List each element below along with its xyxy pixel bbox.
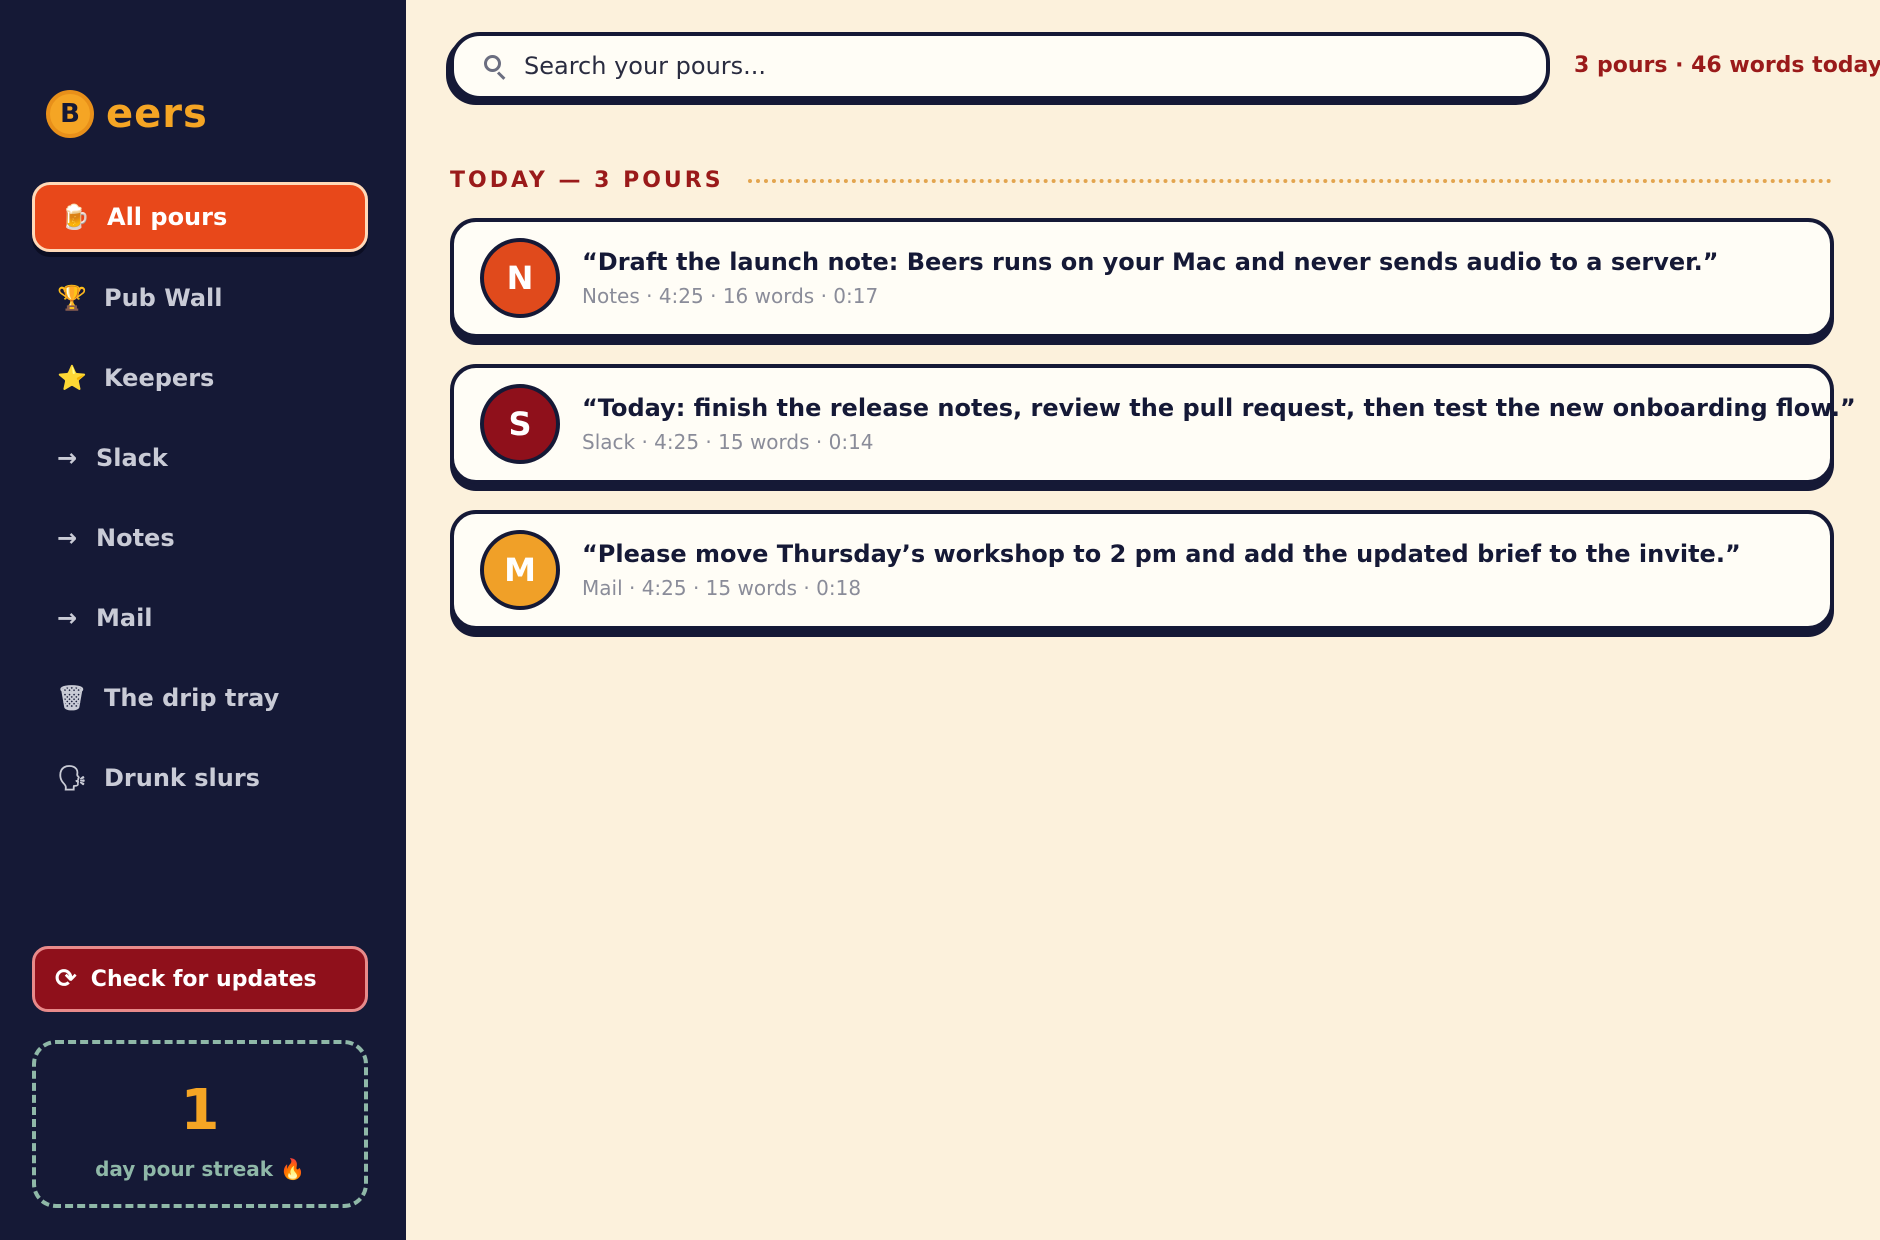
sidebar-item-label: All pours bbox=[107, 203, 228, 231]
logo-badge-icon: B bbox=[46, 90, 94, 138]
pour-text: “Draft the launch note: Beers runs on yo… bbox=[582, 248, 1719, 276]
pour-card-notes[interactable]: N “Draft the launch note: Beers runs on … bbox=[450, 218, 1834, 338]
arrow-right-icon: → bbox=[56, 524, 78, 552]
avatar-letter: S bbox=[508, 405, 532, 443]
avatar-letter: N bbox=[506, 259, 534, 297]
pour-body: “Today: finish the release notes, review… bbox=[582, 394, 1856, 454]
sidebar-item-label: Mail bbox=[96, 604, 153, 632]
pour-meta: Notes · 4:25 · 16 words · 0:17 bbox=[582, 284, 879, 308]
pour-body: “Please move Thursday’s workshop to 2 pm… bbox=[582, 540, 1741, 600]
sidebar-item-notes[interactable]: → Notes bbox=[32, 504, 368, 572]
trophy-icon: 🏆 bbox=[57, 284, 87, 312]
pour-card-mail[interactable]: M “Please move Thursday’s workshop to 2 … bbox=[450, 510, 1834, 630]
streak-card: 1 day pour streak 🔥 bbox=[32, 1040, 368, 1208]
pour-meta: Slack · 4:25 · 15 words · 0:14 bbox=[582, 430, 874, 454]
refresh-icon: ⟳ bbox=[55, 964, 77, 994]
beer-mug-icon: 🍺 bbox=[60, 203, 90, 231]
pour-text: “Today: finish the release notes, review… bbox=[582, 394, 1856, 422]
app-avatar: S bbox=[480, 384, 560, 464]
sidebar-item-pub-wall[interactable]: 🏆 Pub Wall bbox=[32, 264, 368, 332]
app-logo[interactable]: B eers bbox=[46, 90, 208, 138]
star-icon: ⭐ bbox=[57, 364, 87, 392]
pour-body: “Draft the launch note: Beers runs on yo… bbox=[582, 248, 1718, 308]
search-icon bbox=[484, 55, 506, 80]
sidebar-item-label: Slack bbox=[96, 444, 168, 472]
section-header: TODAY — 3 POURS bbox=[450, 168, 1832, 193]
sidebar-nav: 🍺 All pours 🏆 Pub Wall ⭐ Keepers → Slack… bbox=[32, 182, 368, 824]
search-input[interactable] bbox=[524, 52, 1504, 80]
sidebar-item-drip-tray[interactable]: 🗑 The drip tray bbox=[32, 664, 368, 732]
avatar-letter: M bbox=[504, 551, 536, 589]
streak-count: 1 bbox=[180, 1078, 220, 1143]
pour-list: N “Draft the launch note: Beers runs on … bbox=[450, 218, 1856, 656]
sidebar-item-label: The drip tray bbox=[104, 684, 280, 712]
arrow-right-icon: → bbox=[56, 444, 78, 472]
sidebar: B eers 🍺 All pours 🏆 Pub Wall ⭐ Keepers … bbox=[0, 0, 406, 1240]
sidebar-item-label: Drunk slurs bbox=[104, 764, 260, 792]
app-avatar: N bbox=[480, 238, 560, 318]
sidebar-item-slack[interactable]: → Slack bbox=[32, 424, 368, 492]
sidebar-item-label: Pub Wall bbox=[104, 284, 223, 312]
arrow-right-icon: → bbox=[56, 604, 78, 632]
sidebar-item-drunk-slurs[interactable]: 🗣 Drunk slurs bbox=[32, 744, 368, 812]
pour-meta: Mail · 4:25 · 15 words · 0:18 bbox=[582, 576, 862, 600]
check-for-updates-label: Check for updates bbox=[90, 966, 317, 992]
sidebar-item-mail[interactable]: → Mail bbox=[32, 584, 368, 652]
sidebar-item-label: Keepers bbox=[104, 364, 215, 392]
sidebar-item-label: Notes bbox=[96, 524, 175, 552]
sidebar-item-all-pours[interactable]: 🍺 All pours bbox=[32, 182, 368, 252]
streak-label: day pour streak 🔥 bbox=[95, 1157, 305, 1181]
speaking-head-icon: 🗣 bbox=[56, 764, 88, 792]
search-bar[interactable] bbox=[450, 32, 1550, 100]
check-for-updates-button[interactable]: ⟳ Check for updates bbox=[32, 946, 368, 1012]
section-title: TODAY — 3 POURS bbox=[450, 168, 724, 193]
logo-text: eers bbox=[106, 91, 208, 137]
pour-text: “Please move Thursday’s workshop to 2 pm… bbox=[582, 540, 1741, 568]
trash-icon: 🗑 bbox=[56, 684, 88, 712]
section-divider bbox=[747, 178, 1832, 183]
logo-letter: B bbox=[60, 99, 80, 129]
daily-stats: 3 pours · 46 words today bbox=[1574, 53, 1880, 78]
pour-card-slack[interactable]: S “Today: finish the release notes, revi… bbox=[450, 364, 1856, 484]
sidebar-item-keepers[interactable]: ⭐ Keepers bbox=[32, 344, 368, 412]
app-avatar: M bbox=[480, 530, 560, 610]
